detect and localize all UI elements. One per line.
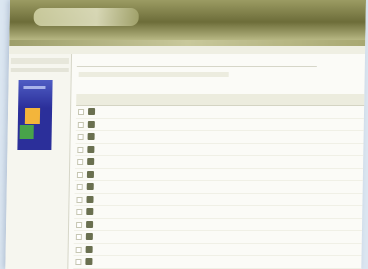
document-icon bbox=[87, 120, 95, 128]
table-row[interactable] bbox=[73, 231, 366, 244]
sidebar-item[interactable] bbox=[10, 68, 69, 72]
row-checkbox[interactable] bbox=[77, 109, 85, 115]
table-row[interactable] bbox=[75, 156, 366, 169]
table-header bbox=[76, 94, 366, 106]
table-row[interactable] bbox=[74, 206, 366, 219]
file-table bbox=[73, 94, 366, 269]
document-icon bbox=[86, 220, 94, 228]
document-icon bbox=[86, 208, 94, 215]
row-checkbox[interactable] bbox=[76, 209, 83, 215]
document-icon bbox=[87, 145, 95, 153]
table-body bbox=[73, 106, 366, 269]
document-icon bbox=[86, 183, 94, 190]
table-row[interactable] bbox=[75, 106, 366, 119]
document-icon bbox=[85, 258, 93, 265]
document-icon bbox=[87, 133, 95, 140]
document-icon bbox=[87, 158, 95, 165]
book-green-block bbox=[19, 125, 34, 139]
page-meta bbox=[78, 72, 229, 77]
row-checkbox[interactable] bbox=[77, 159, 84, 165]
document-icon bbox=[85, 245, 93, 253]
document-icon bbox=[86, 170, 95, 178]
divider bbox=[76, 66, 317, 67]
book-yellow-block bbox=[24, 108, 41, 124]
row-checkbox[interactable] bbox=[75, 234, 82, 240]
app-logo-icon[interactable] bbox=[33, 8, 139, 26]
row-checkbox[interactable] bbox=[76, 184, 83, 190]
table-row[interactable] bbox=[75, 143, 366, 156]
sidebar bbox=[5, 54, 73, 269]
row-checkbox[interactable] bbox=[76, 171, 84, 178]
book-cover-image[interactable] bbox=[17, 80, 53, 150]
browser-window bbox=[5, 0, 366, 269]
row-checkbox[interactable] bbox=[77, 134, 84, 140]
document-icon bbox=[86, 195, 94, 203]
table-row[interactable] bbox=[74, 168, 366, 181]
table-row[interactable] bbox=[74, 193, 366, 206]
main-content bbox=[69, 54, 366, 269]
table-row[interactable] bbox=[73, 218, 366, 231]
row-checkbox[interactable] bbox=[75, 246, 82, 253]
row-checkbox[interactable] bbox=[77, 146, 84, 153]
row-checkbox[interactable] bbox=[77, 121, 84, 128]
table-row[interactable] bbox=[73, 256, 366, 269]
table-row[interactable] bbox=[75, 118, 366, 131]
book-title-strip bbox=[23, 86, 46, 89]
title-bar bbox=[9, 0, 366, 40]
row-checkbox[interactable] bbox=[75, 259, 82, 265]
row-checkbox[interactable] bbox=[76, 221, 83, 228]
table-row[interactable] bbox=[75, 131, 366, 144]
table-row[interactable] bbox=[74, 181, 366, 194]
table-row[interactable] bbox=[73, 243, 366, 256]
toolbar bbox=[9, 46, 366, 54]
document-icon bbox=[85, 233, 93, 240]
sidebar-heading bbox=[10, 58, 69, 64]
row-checkbox[interactable] bbox=[76, 196, 83, 203]
document-icon bbox=[87, 108, 96, 115]
